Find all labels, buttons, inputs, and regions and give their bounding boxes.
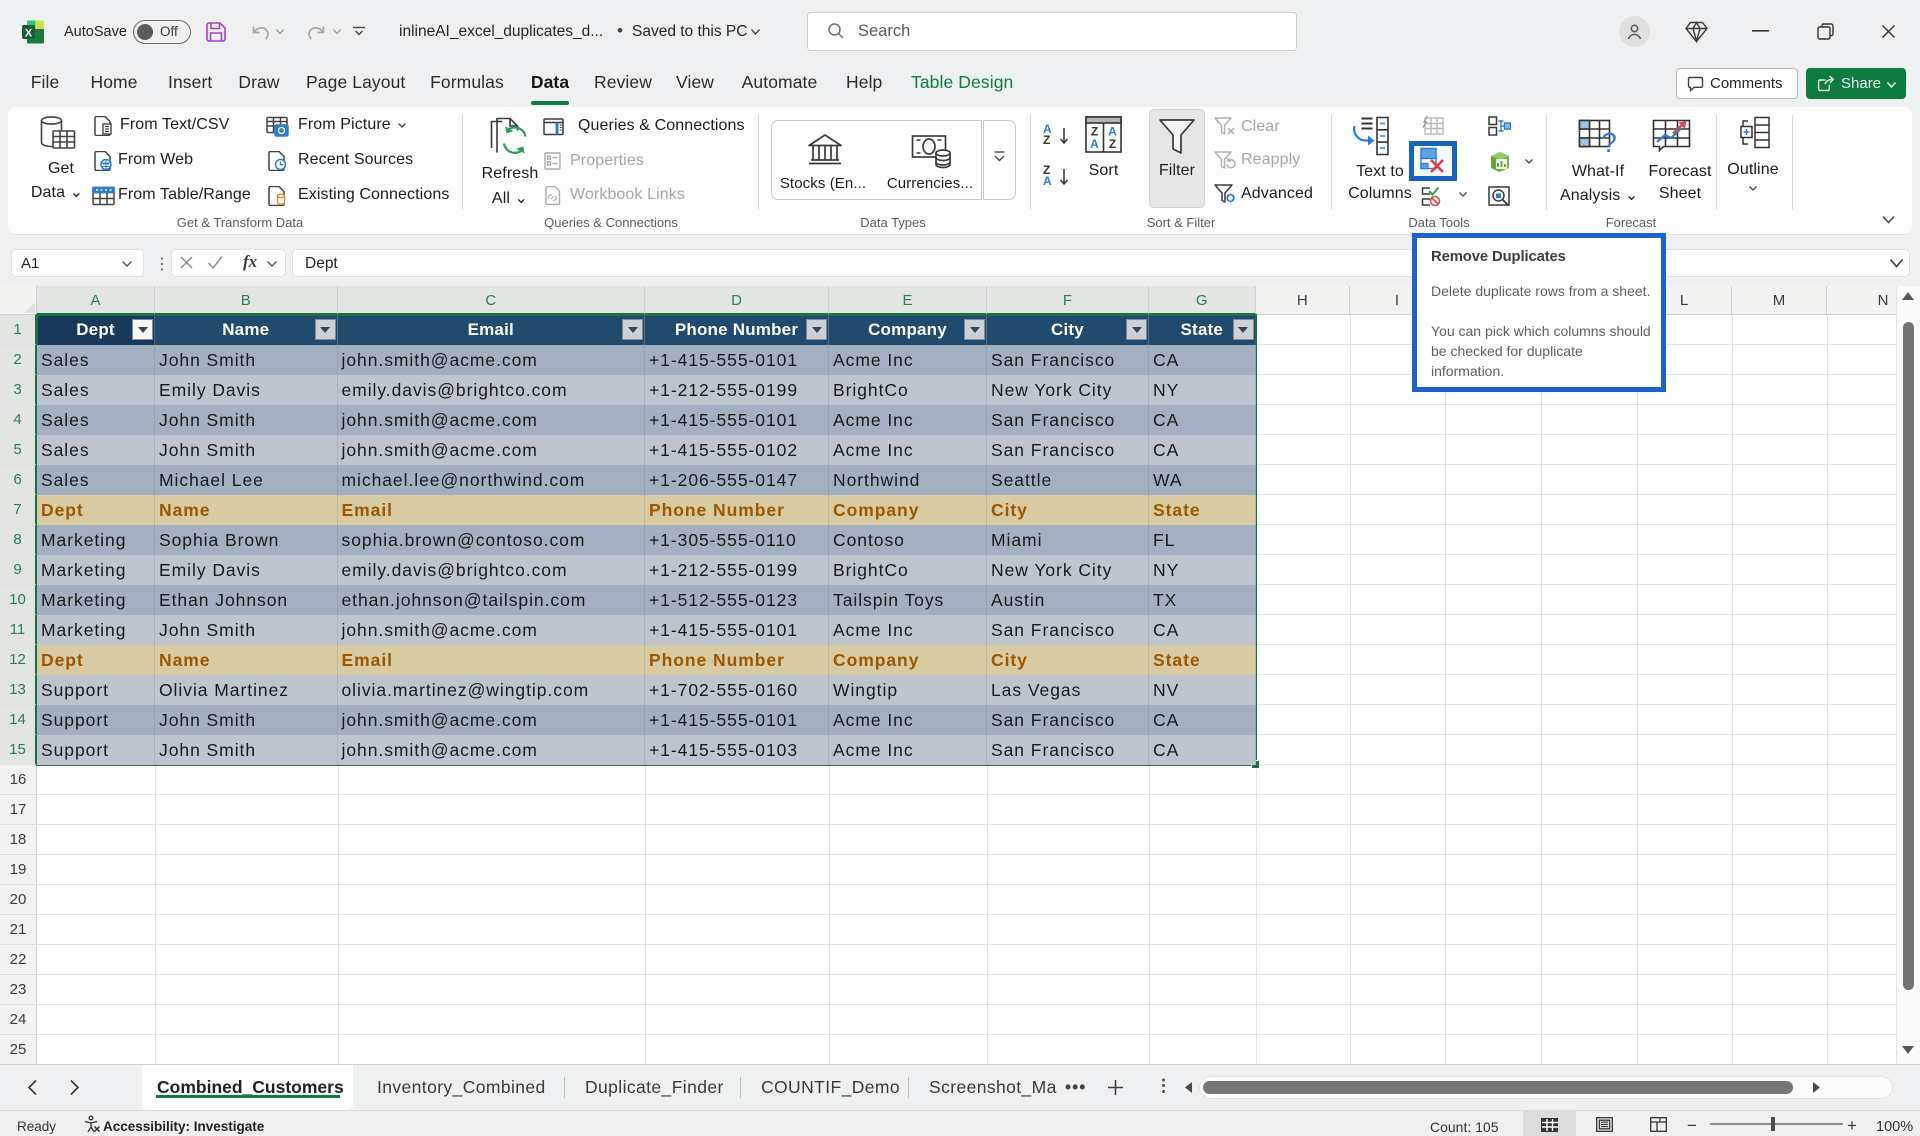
svg-text:A: A bbox=[1090, 137, 1099, 151]
svg-text:?: ? bbox=[1601, 127, 1617, 156]
svg-text:Z: Z bbox=[1109, 137, 1116, 151]
svg-text:X: X bbox=[25, 28, 33, 40]
